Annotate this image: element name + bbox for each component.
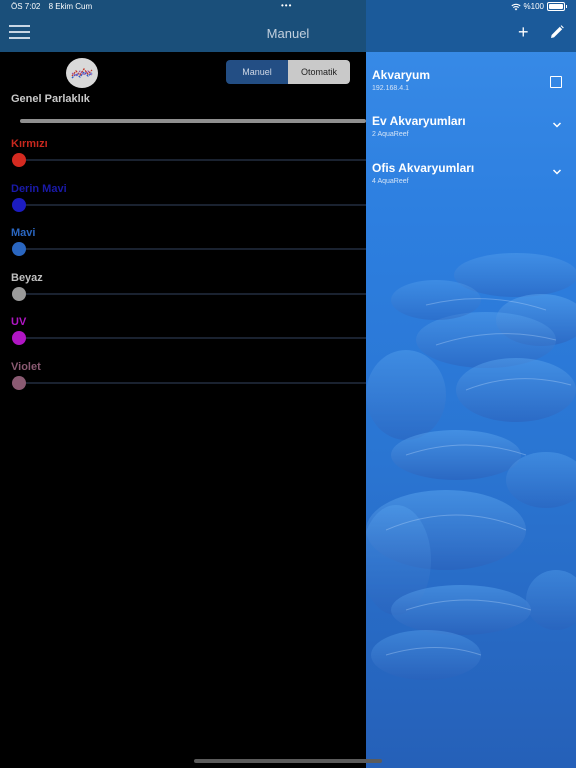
- status-time: ÖS 7:02: [11, 2, 41, 11]
- status-time-date: ÖS 7:02 8 Ekim Cum: [11, 2, 98, 11]
- battery-percent: %100: [523, 2, 544, 11]
- aquarium-item[interactable]: Akvaryum 192.168.4.1: [366, 68, 576, 108]
- aquarium-item-title: Ev Akvaryumları: [372, 114, 466, 128]
- channel-slider-knob[interactable]: [12, 286, 26, 301]
- channel-label: Kırmızı: [11, 138, 48, 150]
- channel-row: Mavi: [0, 227, 366, 271]
- line-chart-icon: [71, 67, 93, 79]
- page-title: Manuel: [266, 26, 310, 41]
- wifi-icon: [510, 3, 521, 10]
- aquarium-item[interactable]: Ev Akvaryumları 2 AquaReef: [366, 114, 576, 154]
- channel-label: UV: [11, 316, 27, 328]
- chevron-down-icon[interactable]: [552, 121, 562, 129]
- status-bar: ÖS 7:02 8 Ekim Cum ••• %100: [0, 0, 576, 16]
- aquarium-item-subtitle: 4 AquaReef: [372, 178, 409, 185]
- channel-slider-knob[interactable]: [12, 331, 26, 345]
- aquarium-item-title: Akvaryum: [372, 68, 431, 82]
- aquarium-item-title: Ofis Akvaryumları: [372, 161, 475, 175]
- mode-toggle: Manuel Otomatik: [226, 60, 350, 84]
- aquarium-item-subtitle: 2 AquaReef: [372, 131, 409, 138]
- channel-slider-knob[interactable]: [12, 197, 26, 212]
- overall-brightness-label: Genel Parlaklık: [11, 93, 90, 105]
- aquarium-item[interactable]: Ofis Akvaryumları 4 AquaReef: [366, 161, 576, 201]
- status-right: %100: [510, 2, 567, 11]
- channel-label: Violet: [11, 360, 41, 373]
- multitasking-dots[interactable]: •••: [281, 1, 292, 10]
- main-screen: Manuel Otomatik Genel Parlaklık Kırmızı D…: [0, 0, 366, 768]
- aquarium-item-subtitle: 192.168.4.1: [372, 85, 409, 92]
- channel-label: Beyaz: [11, 271, 43, 284]
- channel-row: Derin Mavi: [0, 183, 366, 227]
- channel-slider-track[interactable]: [18, 203, 366, 206]
- channel-label: Mavi: [11, 227, 36, 239]
- coral-background-image: [366, 253, 576, 680]
- checkbox-icon[interactable]: [550, 76, 562, 88]
- status-date: 8 Ekim Cum: [48, 2, 93, 11]
- channel-row: UV: [0, 316, 366, 360]
- channel-row: Beyaz: [0, 272, 366, 316]
- home-indicator[interactable]: [194, 759, 382, 763]
- channel-slider-track[interactable]: [18, 292, 366, 295]
- channel-slider-track[interactable]: [18, 159, 366, 161]
- channel-slider-knob[interactable]: [12, 375, 26, 390]
- battery-icon: [547, 2, 567, 11]
- mode-automatic-tab[interactable]: Otomatik: [288, 60, 350, 84]
- aquarium-drawer: + Akvaryum 192.168.4.1 Ev Akvaryumları 2…: [366, 0, 576, 768]
- channel-slider-track[interactable]: [18, 337, 366, 339]
- chart-button[interactable]: [66, 58, 98, 88]
- overall-brightness-slider[interactable]: [20, 119, 366, 123]
- chevron-down-icon[interactable]: [552, 168, 562, 176]
- channel-slider-knob[interactable]: [12, 153, 26, 167]
- channel-slider-track[interactable]: [18, 248, 366, 250]
- channel-slider-knob[interactable]: [12, 242, 26, 256]
- channel-label: Derin Mavi: [11, 182, 67, 195]
- mode-manual-tab[interactable]: Manuel: [226, 60, 288, 84]
- channel-row: Violet: [0, 361, 366, 405]
- channel-row: Kırmızı: [0, 138, 366, 182]
- channel-slider-track[interactable]: [18, 381, 366, 384]
